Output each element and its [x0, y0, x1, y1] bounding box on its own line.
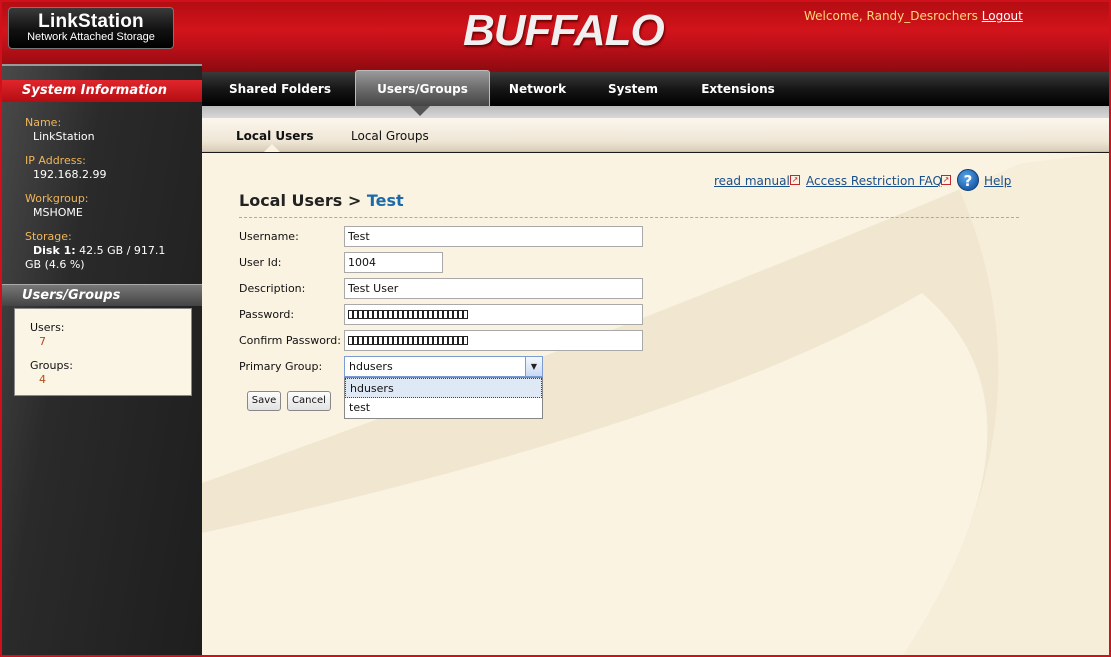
subtab-local-users[interactable]: Local Users	[236, 129, 313, 143]
user-id-label: User Id:	[239, 256, 282, 269]
buffalo-logo: BUFFALO	[463, 6, 665, 55]
user-id-input[interactable]	[344, 252, 443, 273]
groups-count-label: Groups:	[30, 359, 73, 372]
app-window: LinkStation Network Attached Storage BUF…	[0, 0, 1111, 657]
active-subtab-pointer	[264, 144, 280, 152]
confirm-password-input[interactable]	[344, 330, 643, 351]
active-tab-pointer	[410, 106, 430, 116]
storage-label: Storage:	[25, 230, 72, 243]
sub-nav: Local Users Local Groups	[202, 118, 1109, 152]
primary-group-option-hdusers[interactable]: hdusers	[345, 378, 542, 398]
breadcrumb-user: Test	[366, 191, 404, 210]
password-mask	[348, 310, 468, 320]
primary-group-option-test[interactable]: test	[345, 398, 542, 418]
confirm-password-mask	[348, 336, 468, 346]
primary-group-label: Primary Group:	[239, 360, 323, 373]
trademark-symbol: ™	[638, 42, 645, 50]
users-groups-header: Users/Groups	[2, 284, 204, 306]
welcome-area: Welcome, Randy_Desrochers Logout	[804, 9, 1023, 23]
heading-divider	[239, 217, 1019, 218]
background-swoosh	[202, 153, 1109, 655]
name-value: LinkStation	[33, 130, 95, 143]
users-count-label: Users:	[30, 321, 65, 334]
tab-users-groups[interactable]: Users/Groups	[355, 70, 490, 106]
ip-address-value: 192.168.2.99	[33, 168, 107, 181]
breadcrumb-prefix: Local Users >	[239, 191, 362, 210]
system-information-header: System Information	[2, 80, 204, 102]
users-groups-summary: Users: 7 Groups: 4	[14, 308, 192, 396]
read-manual-link[interactable]: read manual	[714, 174, 790, 188]
logout-link[interactable]: Logout	[982, 9, 1023, 23]
name-label: Name:	[25, 116, 62, 129]
sidebar: System Information Name: LinkStation IP …	[2, 64, 204, 655]
primary-group-dropdown: hdusers test	[344, 377, 543, 419]
tab-shared-folders[interactable]: Shared Folders	[220, 72, 340, 106]
primary-group-selected: hdusers	[349, 360, 393, 373]
username-input[interactable]	[344, 226, 643, 247]
storage-disk-value: 42.5 GB / 917.1	[79, 244, 166, 257]
password-input[interactable]	[344, 304, 643, 325]
users-count-value: 7	[39, 335, 46, 348]
main-nav: Shared Folders Users/Groups Network Syst…	[202, 70, 1109, 106]
storage-disk-value-cont: GB (4.6 %)	[25, 258, 85, 271]
storage-disk: Disk 1: 42.5 GB / 917.1	[33, 244, 165, 257]
chevron-down-icon[interactable]: ▼	[525, 357, 542, 376]
logo-subtitle: Network Attached Storage	[27, 31, 155, 43]
external-link-icon: ↗	[941, 175, 951, 185]
tab-extensions[interactable]: Extensions	[692, 72, 784, 106]
description-input[interactable]	[344, 278, 643, 299]
external-link-icon: ↗	[790, 175, 800, 185]
subtab-local-groups[interactable]: Local Groups	[351, 129, 429, 143]
workgroup-value: MSHOME	[33, 206, 83, 219]
primary-group-select[interactable]: hdusers ▼	[344, 356, 543, 377]
tab-system[interactable]: System	[598, 72, 668, 106]
workgroup-label: Workgroup:	[25, 192, 89, 205]
confirm-password-label: Confirm Password:	[239, 334, 341, 347]
username-label: Username:	[239, 230, 299, 243]
help-icon[interactable]: ?	[957, 169, 979, 191]
description-label: Description:	[239, 282, 306, 295]
header: LinkStation Network Attached Storage BUF…	[2, 2, 1109, 72]
page-title: Local Users > Test	[239, 191, 404, 210]
storage-disk-label: Disk 1:	[33, 244, 76, 257]
help-link[interactable]: Help	[984, 174, 1011, 188]
cancel-button[interactable]: Cancel	[287, 391, 331, 411]
welcome-text: Welcome, Randy_Desrochers	[804, 9, 978, 23]
logo-title: LinkStation	[38, 11, 144, 32]
ip-address-label: IP Address:	[25, 154, 86, 167]
password-label: Password:	[239, 308, 295, 321]
subnav-strip	[202, 106, 1109, 118]
access-restriction-faq-link[interactable]: Access Restriction FAQ	[806, 174, 942, 188]
tab-network[interactable]: Network	[500, 72, 575, 106]
linkstation-logo: LinkStation Network Attached Storage	[8, 7, 174, 49]
main-content: read manual ↗ Access Restriction FAQ ↗ H…	[202, 153, 1109, 655]
groups-count-value: 4	[39, 373, 46, 386]
save-button[interactable]: Save	[247, 391, 281, 411]
